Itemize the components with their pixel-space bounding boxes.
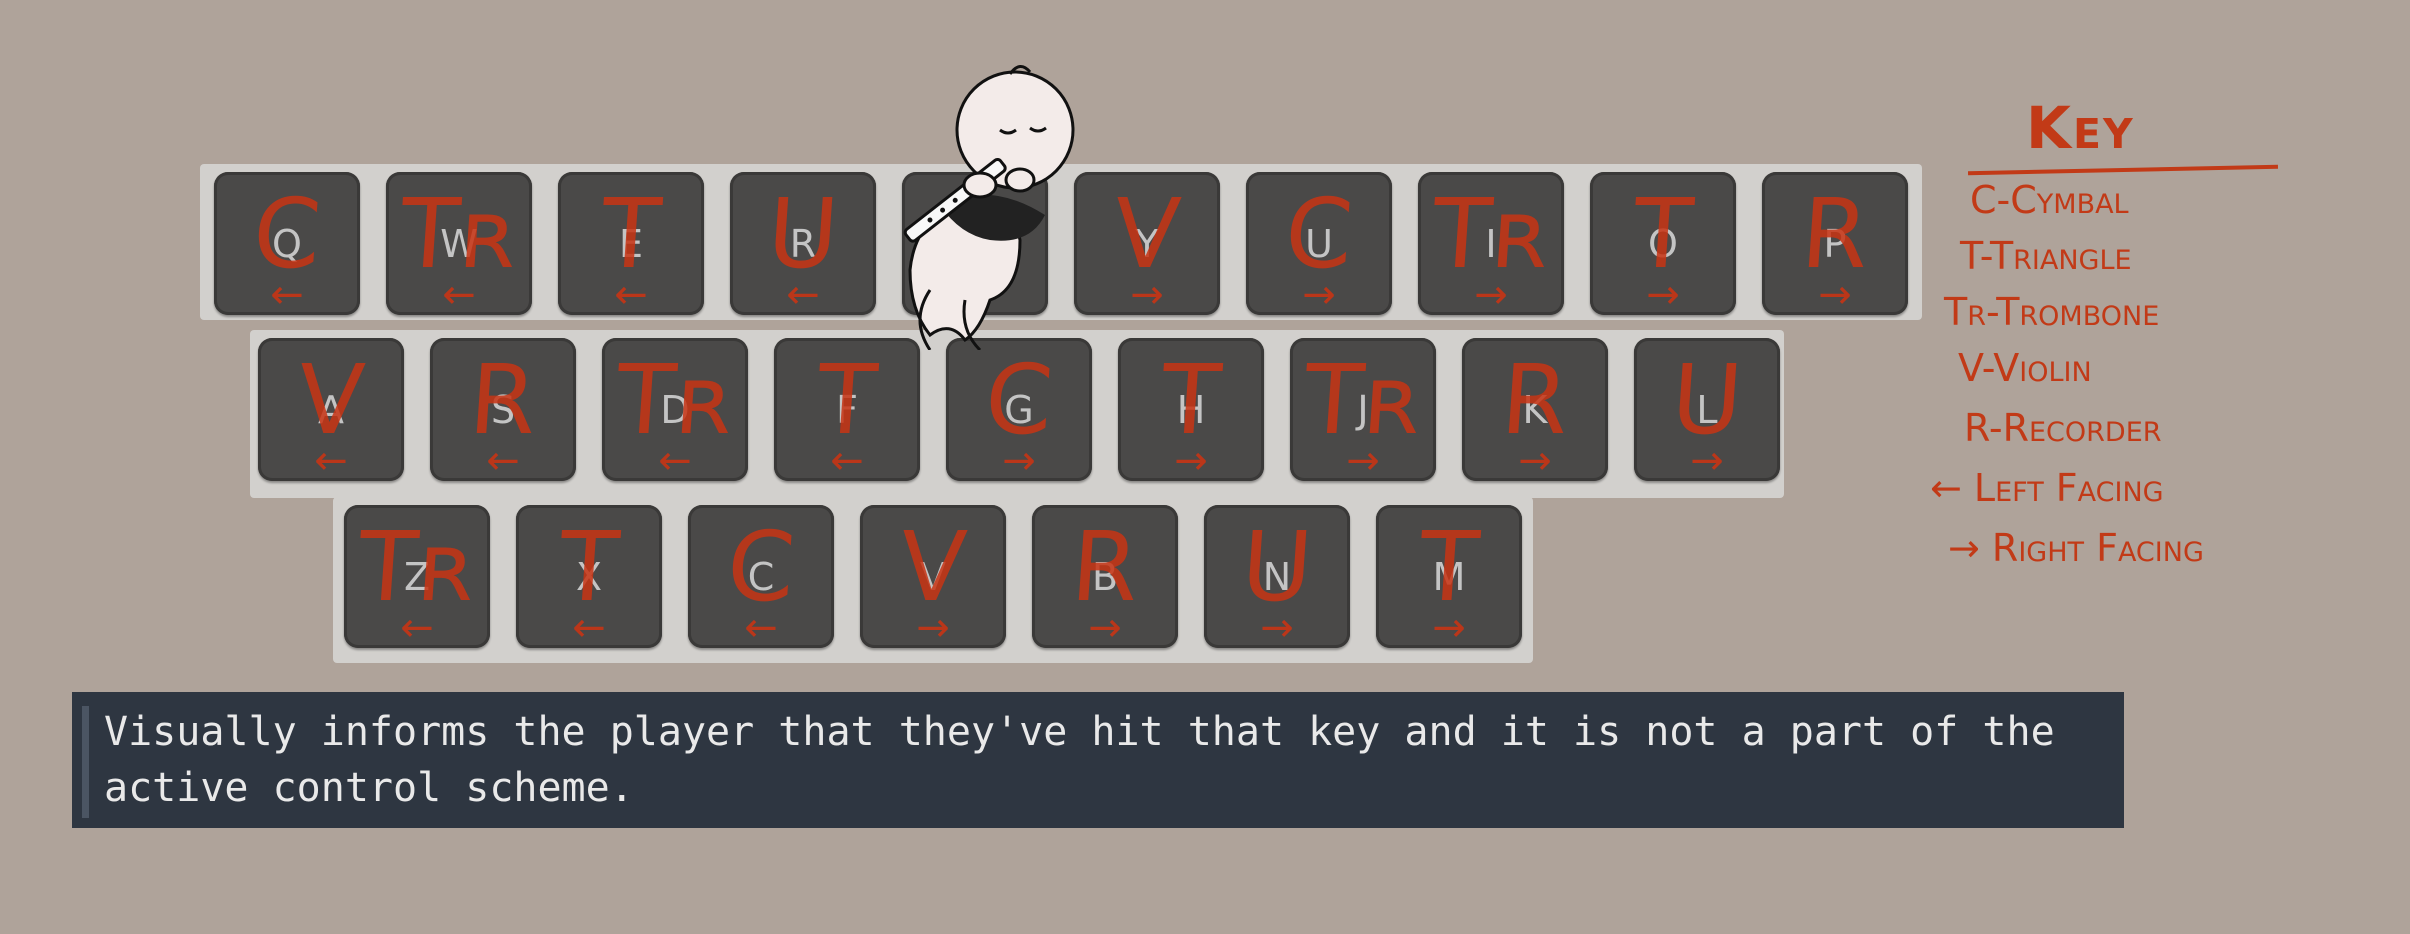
key-letter: J xyxy=(1357,388,1369,432)
key-letter: S xyxy=(490,388,516,432)
instrument-legend: Key C-Cymbal T-Triangle Tr-Trombone V-Vi… xyxy=(1930,90,2370,610)
facing-arrow-icon: → xyxy=(1302,272,1336,318)
key-r[interactable]: R U ← xyxy=(730,172,876,315)
key-letter: E xyxy=(618,222,643,266)
key-letter: C xyxy=(747,555,775,599)
flute-player-icon xyxy=(903,65,1075,350)
facing-arrow-icon: → xyxy=(1646,272,1680,318)
key-z[interactable]: Z Tʀ ← xyxy=(344,505,490,648)
facing-arrow-icon: ← xyxy=(400,605,434,651)
key-h[interactable]: H T → xyxy=(1118,338,1264,481)
key-letter: F xyxy=(836,388,858,432)
facing-arrow-icon: → xyxy=(1346,438,1380,484)
key-s[interactable]: S R ← xyxy=(430,338,576,481)
key-letter: U xyxy=(1305,222,1333,266)
facing-arrow-icon: ← xyxy=(614,272,648,318)
key-letter: W xyxy=(440,222,478,266)
facing-arrow-icon: → xyxy=(1002,438,1036,484)
key-m[interactable]: M T → xyxy=(1376,505,1522,648)
key-letter: N xyxy=(1262,555,1292,599)
key-j[interactable]: J Tʀ → xyxy=(1290,338,1436,481)
legend-entry-recorder: R-Recorder xyxy=(1964,406,2162,450)
key-x[interactable]: X T ← xyxy=(516,505,662,648)
key-o[interactable]: O T → xyxy=(1590,172,1736,315)
facing-arrow-icon: → xyxy=(1518,438,1552,484)
caption-quote-bar xyxy=(82,706,89,818)
facing-arrow-icon: → xyxy=(1432,605,1466,651)
facing-arrow-icon: → xyxy=(1818,272,1852,318)
caption-text: Visually informs the player that they've… xyxy=(104,709,2055,811)
facing-arrow-icon: ← xyxy=(314,438,348,484)
key-letter: K xyxy=(1522,388,1548,432)
facing-arrow-icon: → xyxy=(916,605,950,651)
legend-entry-left-facing: ← Left Facing xyxy=(1930,466,2164,510)
facing-arrow-icon: → xyxy=(1130,272,1164,318)
key-f[interactable]: F T ← xyxy=(774,338,920,481)
key-l[interactable]: L U → xyxy=(1634,338,1780,481)
key-u[interactable]: U C → xyxy=(1246,172,1392,315)
legend-entry-violin: V-Violin xyxy=(1958,346,2092,390)
key-letter: O xyxy=(1648,222,1678,266)
facing-arrow-icon: ← xyxy=(486,438,520,484)
key-letter: Z xyxy=(403,555,431,599)
facing-arrow-icon: → xyxy=(1690,438,1724,484)
legend-title: Key xyxy=(2026,94,2135,162)
key-c[interactable]: C C ← xyxy=(688,505,834,648)
key-letter: X xyxy=(575,555,603,599)
facing-arrow-icon: ← xyxy=(442,272,476,318)
key-y[interactable]: Y V → xyxy=(1074,172,1220,315)
key-p[interactable]: P R → xyxy=(1762,172,1908,315)
facing-arrow-icon: ← xyxy=(572,605,606,651)
key-n[interactable]: N U → xyxy=(1204,505,1350,648)
legend-entry-triangle: T-Triangle xyxy=(1960,234,2132,278)
key-v[interactable]: V V → xyxy=(860,505,1006,648)
facing-arrow-icon: ← xyxy=(830,438,864,484)
key-letter: I xyxy=(1485,222,1497,266)
key-e[interactable]: E T ← xyxy=(558,172,704,315)
key-b[interactable]: B R → xyxy=(1032,505,1178,648)
key-w[interactable]: W Tʀ ← xyxy=(386,172,532,315)
key-letter: D xyxy=(660,388,690,432)
key-g[interactable]: G C → xyxy=(946,338,1092,481)
facing-arrow-icon: → xyxy=(1474,272,1508,318)
key-letter: R xyxy=(789,222,817,266)
facing-arrow-icon: ← xyxy=(658,438,692,484)
key-q[interactable]: Q C ← xyxy=(214,172,360,315)
legend-underline xyxy=(1967,164,2279,176)
key-letter: P xyxy=(1823,222,1847,266)
key-letter: G xyxy=(1004,388,1034,432)
key-letter: A xyxy=(318,388,344,432)
key-letter: M xyxy=(1432,555,1466,599)
facing-arrow-icon: → xyxy=(1260,605,1294,651)
key-letter: H xyxy=(1176,388,1206,432)
facing-arrow-icon: → xyxy=(1088,605,1122,651)
key-letter: V xyxy=(920,555,946,599)
key-letter: Q xyxy=(272,222,302,266)
key-k[interactable]: K R → xyxy=(1462,338,1608,481)
key-letter: L xyxy=(1696,388,1718,432)
key-a[interactable]: A V ← xyxy=(258,338,404,481)
caption-box: Visually informs the player that they've… xyxy=(72,692,2124,828)
key-letter: Y xyxy=(1135,222,1159,266)
key-letter: B xyxy=(1091,555,1119,599)
legend-entry-right-facing: → Right Facing xyxy=(1948,526,2204,570)
legend-entry-cymbal: C-Cymbal xyxy=(1970,178,2129,222)
facing-arrow-icon: → xyxy=(1174,438,1208,484)
facing-arrow-icon: ← xyxy=(786,272,820,318)
key-d[interactable]: D Tʀ ← xyxy=(602,338,748,481)
key-i[interactable]: I Tʀ → xyxy=(1418,172,1564,315)
facing-arrow-icon: ← xyxy=(270,272,304,318)
legend-entry-trombone: Tr-Trombone xyxy=(1944,290,2160,334)
facing-arrow-icon: ← xyxy=(744,605,778,651)
